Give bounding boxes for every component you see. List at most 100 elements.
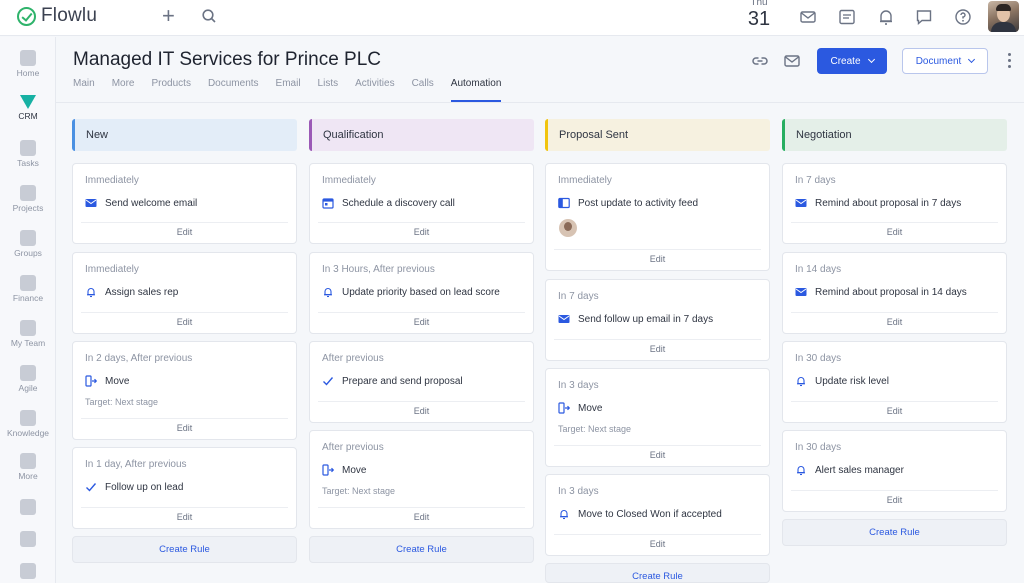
column-header: Qualification <box>309 119 534 151</box>
assignee-avatar <box>559 219 577 237</box>
tab-documents[interactable]: Documents <box>208 78 259 102</box>
crm-icon <box>20 95 36 109</box>
sidebar-item-projects[interactable]: Projects <box>0 185 56 213</box>
rule-timing: In 3 days <box>558 486 599 497</box>
rule-card[interactable]: In 3 days Move to Closed Won if accepted… <box>545 474 770 556</box>
tab-products[interactable]: Products <box>151 78 190 102</box>
card-divider <box>554 445 761 446</box>
search-icon[interactable] <box>201 8 217 24</box>
tab-email[interactable]: Email <box>276 78 301 102</box>
sidebar-item-groups[interactable]: Groups <box>0 230 56 258</box>
chat-icon[interactable] <box>914 7 934 27</box>
mail-icon[interactable] <box>783 52 801 70</box>
edit-button[interactable]: Edit <box>310 317 533 327</box>
rule-card[interactable]: In 30 days Update risk level Edit <box>782 341 1007 423</box>
edit-button[interactable]: Edit <box>546 450 769 460</box>
column-header: Negotiation <box>782 119 1007 151</box>
edit-button[interactable]: Edit <box>73 317 296 327</box>
edit-button[interactable]: Edit <box>546 344 769 354</box>
rule-card[interactable]: Immediately Send welcome email Edit <box>72 163 297 244</box>
edit-button[interactable]: Edit <box>310 512 533 522</box>
document-button[interactable]: Document <box>902 48 988 74</box>
create-button[interactable]: Create <box>817 48 887 74</box>
edit-button[interactable]: Edit <box>546 539 769 549</box>
rule-card[interactable]: In 3 Hours, After previous Update priori… <box>309 252 534 334</box>
tab-more[interactable]: More <box>112 78 135 102</box>
flowlu-logo[interactable]: Flowlu <box>17 5 97 27</box>
check-icon <box>323 377 334 386</box>
create-rule-button[interactable]: Create Rule <box>72 536 297 563</box>
sidebar-item-my-team[interactable]: My Team <box>0 320 56 348</box>
edit-button[interactable]: Edit <box>310 406 533 416</box>
projects-icon <box>20 185 36 201</box>
user-avatar[interactable] <box>988 1 1019 32</box>
tab-automation[interactable]: Automation <box>450 78 502 102</box>
sidebar-item-agile[interactable]: Agile <box>0 365 56 393</box>
rule-card[interactable]: After previous Prepare and send proposal… <box>309 341 534 423</box>
tab-lists[interactable]: Lists <box>318 78 339 102</box>
card-divider <box>318 312 525 313</box>
edit-button[interactable]: Edit <box>73 227 296 237</box>
card-divider <box>81 312 288 313</box>
rule-card[interactable]: In 3 days Move Target: Next stage Edit <box>545 368 770 467</box>
sidebar-item-label: Agile <box>18 383 38 393</box>
home-icon <box>20 50 36 66</box>
sidebar-item-extra-3[interactable] <box>0 563 56 579</box>
sidebar-item-extra-2[interactable] <box>0 531 56 547</box>
tab-calls[interactable]: Calls <box>412 78 434 102</box>
rule-card[interactable]: In 7 days Send follow up email in 7 days… <box>545 279 770 361</box>
card-divider <box>318 507 525 508</box>
rule-card[interactable]: After previous Move Target: Next stage E… <box>309 430 534 529</box>
edit-button[interactable]: Edit <box>73 423 296 433</box>
create-rule-button[interactable]: Create Rule <box>545 563 770 583</box>
move-icon <box>558 402 570 414</box>
edit-button[interactable]: Edit <box>546 254 769 264</box>
rule-card[interactable]: Immediately Post update to activity feed… <box>545 163 770 271</box>
edit-button[interactable]: Edit <box>783 227 1006 237</box>
date-widget[interactable]: Thu 31 <box>746 0 772 30</box>
tab-activities[interactable]: Activities <box>355 78 394 102</box>
rule-card[interactable]: In 2 days, After previous Move Target: N… <box>72 341 297 440</box>
rule-action: Send follow up email in 7 days <box>558 313 713 325</box>
edit-button[interactable]: Edit <box>73 512 296 522</box>
plus-icon[interactable]: + <box>162 5 175 27</box>
rule-card[interactable]: Immediately Schedule a discovery call Ed… <box>309 163 534 244</box>
edit-button[interactable]: Edit <box>783 495 1006 505</box>
mail-icon[interactable] <box>798 7 818 27</box>
sidebar-item-home[interactable]: Home <box>0 50 56 78</box>
page-title: Managed IT Services for Prince PLC <box>73 49 382 70</box>
rule-card[interactable]: In 30 days Alert sales manager Edit <box>782 430 1007 512</box>
check-icon <box>86 483 97 492</box>
bell-icon[interactable] <box>876 7 896 27</box>
rule-timing: In 30 days <box>795 353 842 364</box>
create-rule-button[interactable]: Create Rule <box>309 536 534 563</box>
sidebar-item-extra-1[interactable] <box>0 499 56 515</box>
tab-main[interactable]: Main <box>73 78 95 102</box>
rule-card[interactable]: In 14 days Remind about proposal in 14 d… <box>782 252 1007 334</box>
rule-card[interactable]: In 7 days Remind about proposal in 7 day… <box>782 163 1007 244</box>
link-icon[interactable] <box>751 52 769 70</box>
rule-action: Prepare and send proposal <box>322 375 463 387</box>
more-options-icon[interactable] <box>1008 53 1012 69</box>
edit-button[interactable]: Edit <box>310 227 533 237</box>
rule-card[interactable]: In 1 day, After previous Follow up on le… <box>72 447 297 529</box>
create-rule-button[interactable]: Create Rule <box>782 519 1007 546</box>
sidebar-item-tasks[interactable]: Tasks <box>0 140 56 168</box>
help-icon[interactable] <box>953 7 973 27</box>
grid-icon <box>20 453 36 469</box>
groups-icon <box>20 230 36 246</box>
edit-button[interactable]: Edit <box>783 406 1006 416</box>
edit-button[interactable]: Edit <box>783 317 1006 327</box>
notes-icon[interactable] <box>837 7 857 27</box>
column-new: New Immediately Send welcome email Edit … <box>72 119 297 563</box>
sidebar-item-finance[interactable]: Finance <box>0 275 56 303</box>
rule-action-label: Update risk level <box>815 375 889 387</box>
sidebar-item-knowledge[interactable]: Knowledge <box>0 410 56 438</box>
rule-action-label: Send welcome email <box>105 197 198 209</box>
sidebar-item-more[interactable]: More <box>0 453 56 481</box>
rule-card[interactable]: Immediately Assign sales rep Edit <box>72 252 297 334</box>
sidebar-item-crm[interactable]: CRM <box>0 95 56 121</box>
mail-icon <box>795 199 807 207</box>
rule-action-label: Move to Closed Won if accepted <box>578 508 722 520</box>
column-negotiation: Negotiation In 7 days Remind about propo… <box>782 119 1007 546</box>
